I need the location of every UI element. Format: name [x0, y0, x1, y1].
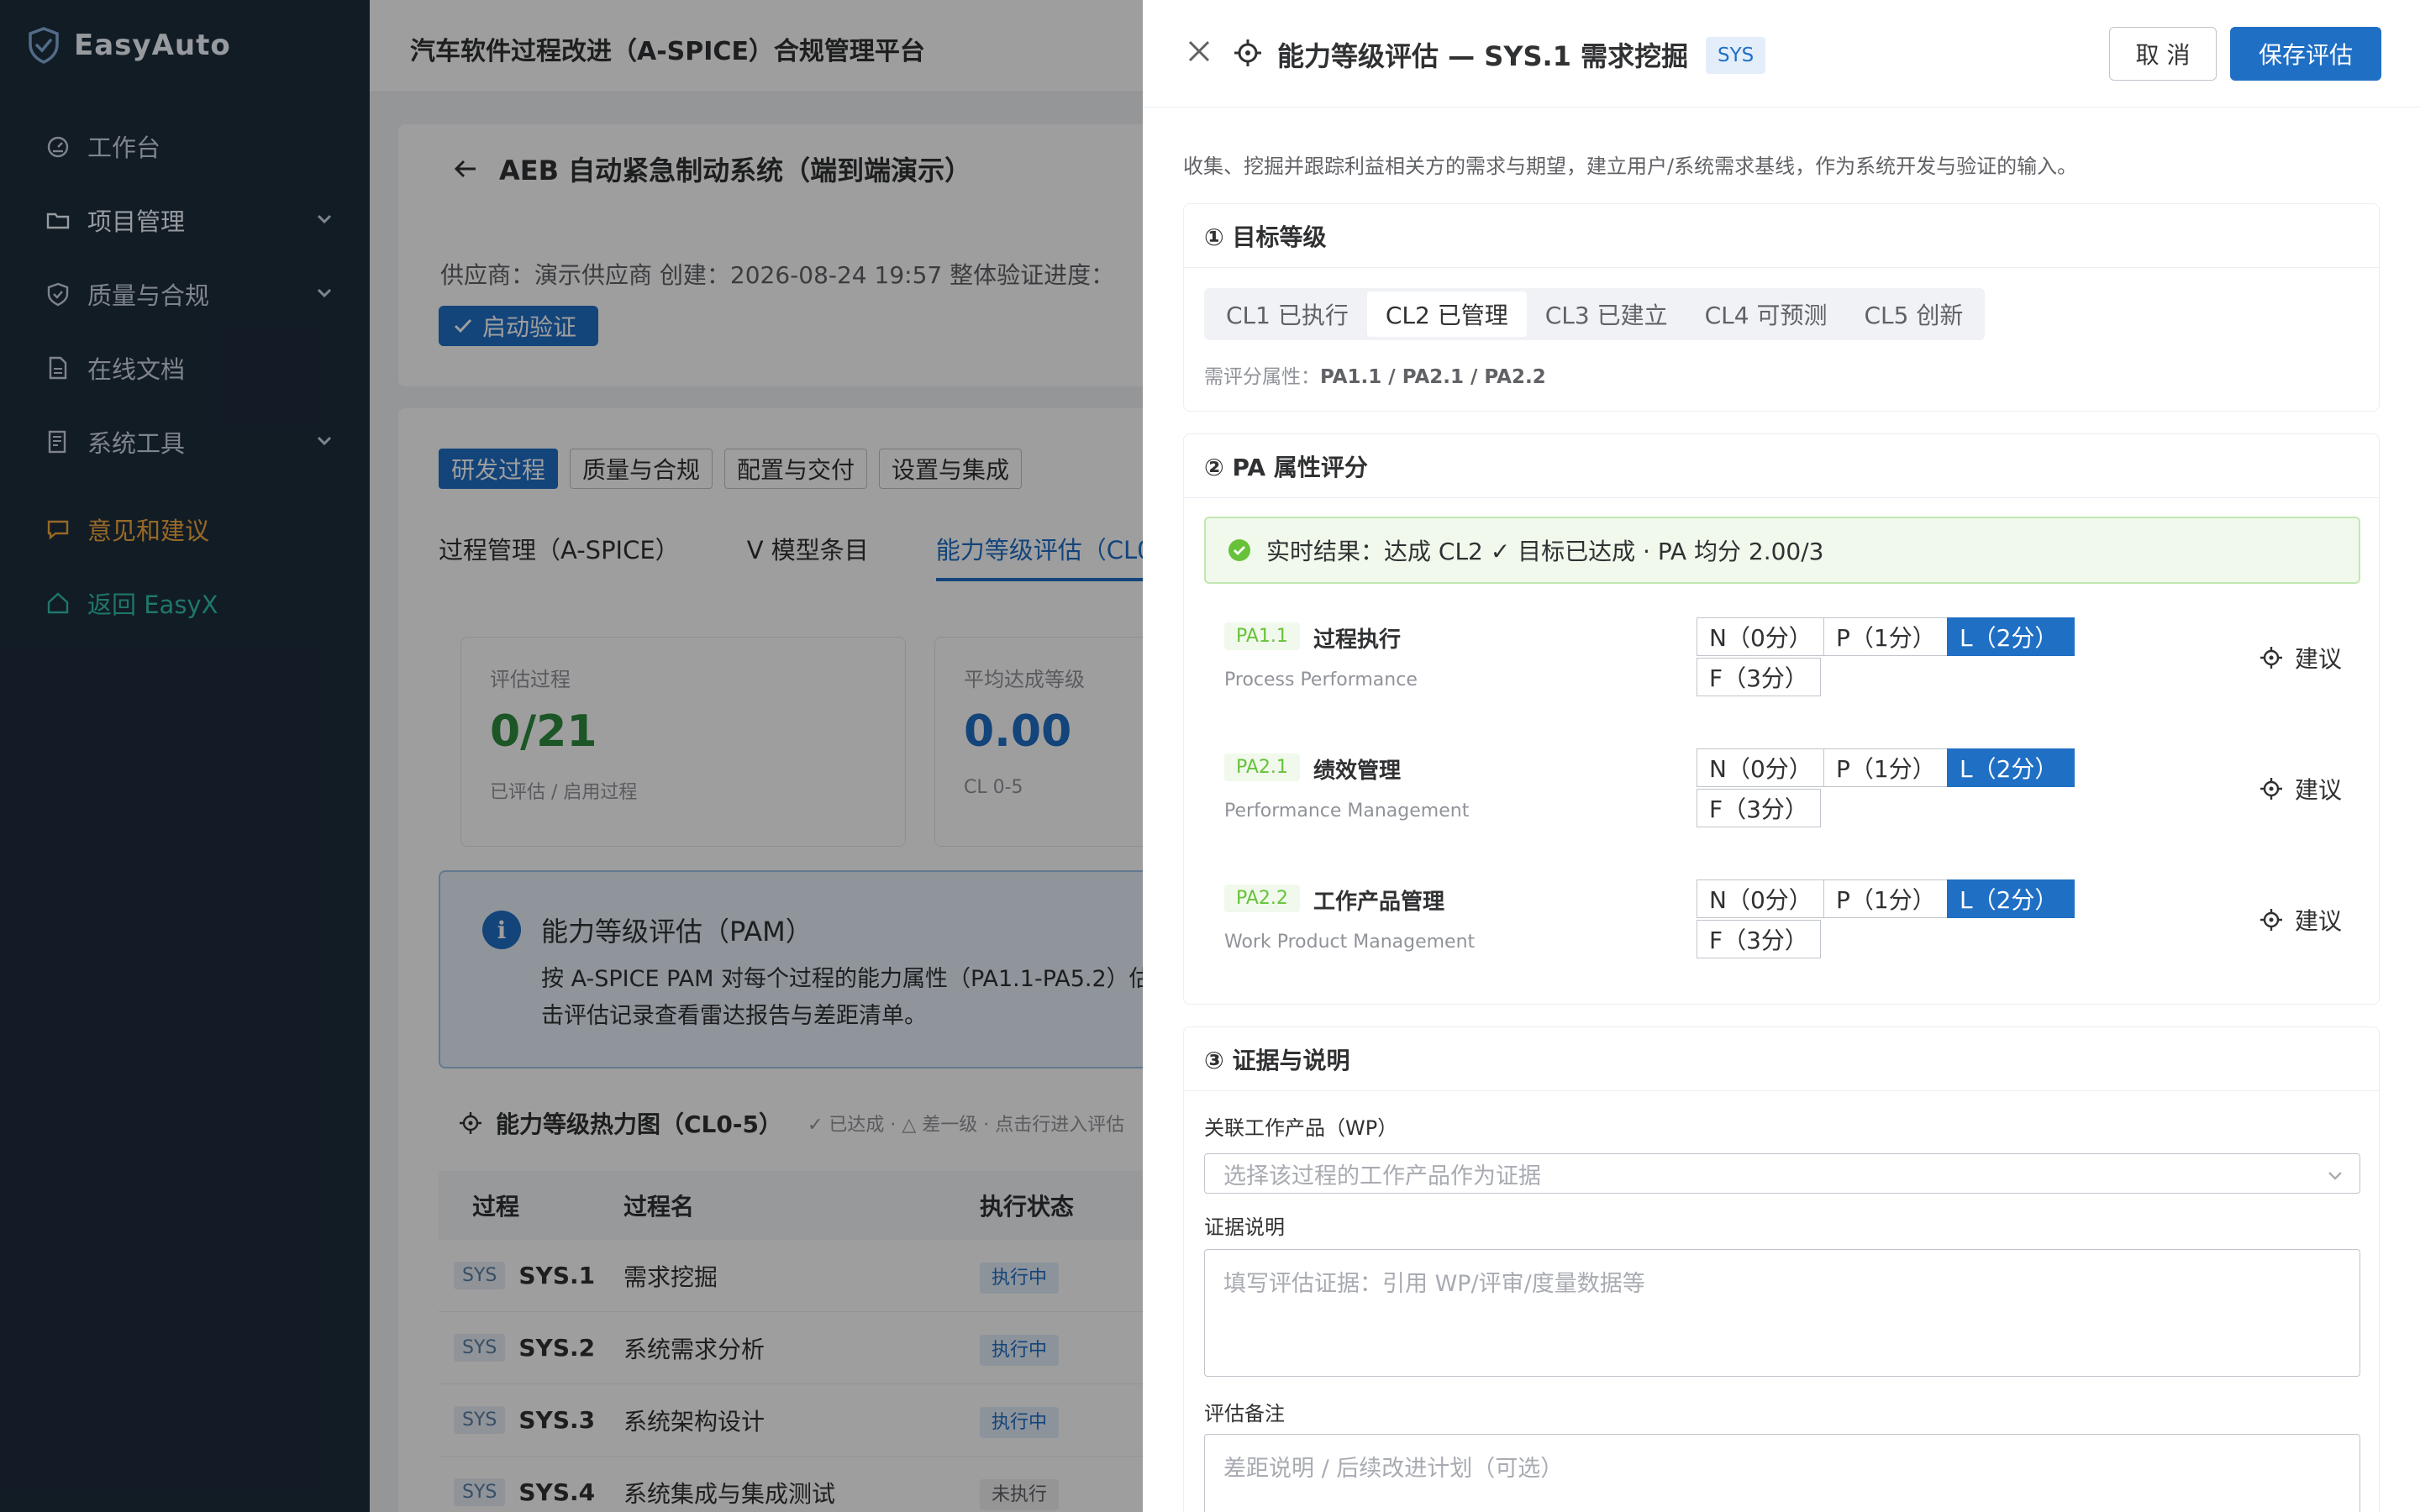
sidebar-item-projects[interactable]: 项目管理: [0, 183, 370, 257]
level-tab-cl4[interactable]: CL4 可预测: [1686, 291, 1846, 337]
note-textarea[interactable]: 差距说明 / 后续改进计划（可选）: [1204, 1434, 2360, 1512]
save-assessment-button[interactable]: 保存评估: [2230, 27, 2381, 81]
pa-code: PA2.2: [1224, 885, 1300, 912]
pa-rating-section: ② PA 属性评分 实时结果：达成 CL2 ✓ 目标已达成 · PA 均分 2.…: [1183, 433, 2380, 1005]
wp-select[interactable]: 选择该过程的工作产品作为证据: [1204, 1153, 2360, 1194]
suggest-button[interactable]: 建议: [2260, 641, 2342, 675]
sidebar-item-workbench[interactable]: 工作台: [0, 109, 370, 183]
folder-icon: [46, 213, 70, 229]
pa-name: 工作产品管理: [1313, 890, 1445, 915]
app-name: EasyAuto: [74, 29, 231, 62]
sidebar-item-label: 质量与合规: [87, 281, 210, 310]
target-level-section: ① 目标等级 CL1 已执行 CL2 已管理 CL3 已建立 CL4 可预测 C…: [1183, 203, 2380, 412]
target-icon: [2260, 778, 2282, 800]
pa-row: PA2.2 工作产品管理 Work Product Management N（0…: [1204, 869, 2360, 987]
pa-english-name: Performance Management: [1224, 801, 1470, 822]
drawer-header: 能力等级评估 — SYS.1 需求挖掘 SYS 取 消 保存评估: [1143, 0, 2420, 108]
sidebar-nav: 工作台 项目管理 质量与合规 在线文档 系统工具 意见和建议 返回 EasyX: [0, 109, 370, 640]
check-circle-icon: [1228, 539, 1250, 561]
pa-english-name: Work Product Management: [1224, 932, 1476, 953]
suggest-button[interactable]: 建议: [2260, 903, 2342, 937]
shield-icon: [47, 282, 69, 307]
sidebar-item-docs[interactable]: 在线文档: [0, 331, 370, 405]
dashboard-icon: [47, 136, 69, 158]
rating-l[interactable]: L（2分）: [1947, 879, 2075, 918]
shield-check-logo-icon: [29, 27, 59, 64]
level-tab-cl1[interactable]: CL1 已执行: [1207, 291, 1367, 337]
document-icon: [49, 356, 67, 380]
rating-n[interactable]: N（0分）: [1697, 617, 1824, 656]
rating-p[interactable]: P（1分）: [1823, 748, 1948, 787]
sidebar-item-label: 项目管理: [87, 207, 186, 236]
suggest-button[interactable]: 建议: [2260, 772, 2342, 806]
sidebar-item-back[interactable]: 返回 EasyX: [0, 566, 370, 640]
tools-icon: [48, 430, 66, 454]
pa-name: 绩效管理: [1313, 759, 1402, 784]
target-icon: [2260, 909, 2282, 931]
chat-icon: [47, 520, 69, 540]
pa-code: PA2.1: [1224, 753, 1300, 781]
assessment-drawer: 能力等级评估 — SYS.1 需求挖掘 SYS 取 消 保存评估 收集、挖掘并跟…: [1143, 0, 2420, 1512]
rating-f[interactable]: F（3分）: [1697, 658, 1821, 696]
target-icon: [2260, 647, 2282, 669]
sidebar-item-label: 系统工具: [87, 429, 186, 458]
sidebar-item-feedback[interactable]: 意见和建议: [0, 492, 370, 566]
app-logo[interactable]: EasyAuto: [27, 24, 231, 67]
pa-english-name: Process Performance: [1224, 669, 1418, 690]
wp-label: 关联工作产品（WP）: [1204, 1116, 1398, 1140]
sidebar-item-label: 工作台: [87, 134, 161, 162]
section-title: ① 目标等级: [1184, 204, 2379, 268]
sidebar-item-quality[interactable]: 质量与合规: [0, 257, 370, 331]
required-attributes: 需评分属性：PA1.1 / PA2.1 / PA2.2: [1204, 366, 1546, 388]
process-group-tag: SYS: [1706, 37, 1766, 74]
rating-l[interactable]: L（2分）: [1947, 617, 2075, 656]
rating-p[interactable]: P（1分）: [1823, 617, 1948, 656]
chevron-down-icon: [2328, 1172, 2342, 1180]
sidebar-item-label: 在线文档: [87, 355, 186, 384]
rating-f[interactable]: F（3分）: [1697, 920, 1821, 958]
pa-name: 过程执行: [1313, 627, 1402, 653]
pa-row: PA1.1 过程执行 Process Performance N（0分） P（1…: [1204, 607, 2360, 725]
section-title: ③ 证据与说明: [1184, 1027, 2379, 1091]
close-icon[interactable]: [1185, 37, 1213, 66]
evidence-label: 证据说明: [1204, 1215, 1285, 1239]
sidebar-item-label: 返回 EasyX: [87, 591, 218, 619]
rating-n[interactable]: N（0分）: [1697, 879, 1824, 918]
sidebar-item-tools[interactable]: 系统工具: [0, 405, 370, 479]
pa-row: PA2.1 绩效管理 Performance Management N（0分） …: [1204, 738, 2360, 856]
chevron-down-icon: [317, 288, 332, 298]
section-title: ② PA 属性评分: [1184, 434, 2379, 498]
chevron-down-icon: [317, 436, 332, 446]
cancel-button[interactable]: 取 消: [2109, 27, 2217, 81]
sidebar-item-label: 意见和建议: [87, 517, 210, 545]
pa-code: PA1.1: [1224, 622, 1300, 650]
rating-l[interactable]: L（2分）: [1947, 748, 2075, 787]
process-description: 收集、挖掘并跟踪利益相关方的需求与期望，建立用户/系统需求基线，作为系统开发与验…: [1183, 155, 2078, 178]
chevron-down-icon: [317, 214, 332, 224]
level-tab-cl3[interactable]: CL3 已建立: [1527, 291, 1686, 337]
rating-f[interactable]: F（3分）: [1697, 789, 1821, 827]
level-tab-cl2[interactable]: CL2 已管理: [1366, 291, 1527, 337]
drawer-title: 能力等级评估 — SYS.1 需求挖掘: [1277, 40, 1689, 72]
evidence-section: ③ 证据与说明 关联工作产品（WP） 选择该过程的工作产品作为证据 证据说明 填…: [1183, 1026, 2380, 1512]
target-icon: [1234, 39, 1261, 66]
home-icon: [47, 592, 69, 614]
sidebar: EasyAuto 工作台 项目管理 质量与合规 在线文档 系统工具 意见和建议: [0, 0, 370, 1512]
realtime-result: 实时结果：达成 CL2 ✓ 目标已达成 · PA 均分 2.00/3: [1204, 517, 2360, 584]
rating-n[interactable]: N（0分）: [1697, 748, 1824, 787]
level-tab-cl5[interactable]: CL5 创新: [1846, 291, 1982, 337]
note-label: 评估备注: [1204, 1402, 1285, 1425]
level-tabs: CL1 已执行 CL2 已管理 CL3 已建立 CL4 可预测 CL5 创新: [1204, 288, 1986, 340]
rating-p[interactable]: P（1分）: [1823, 879, 1948, 918]
evidence-textarea[interactable]: 填写评估证据：引用 WP/评审/度量数据等: [1204, 1249, 2360, 1377]
